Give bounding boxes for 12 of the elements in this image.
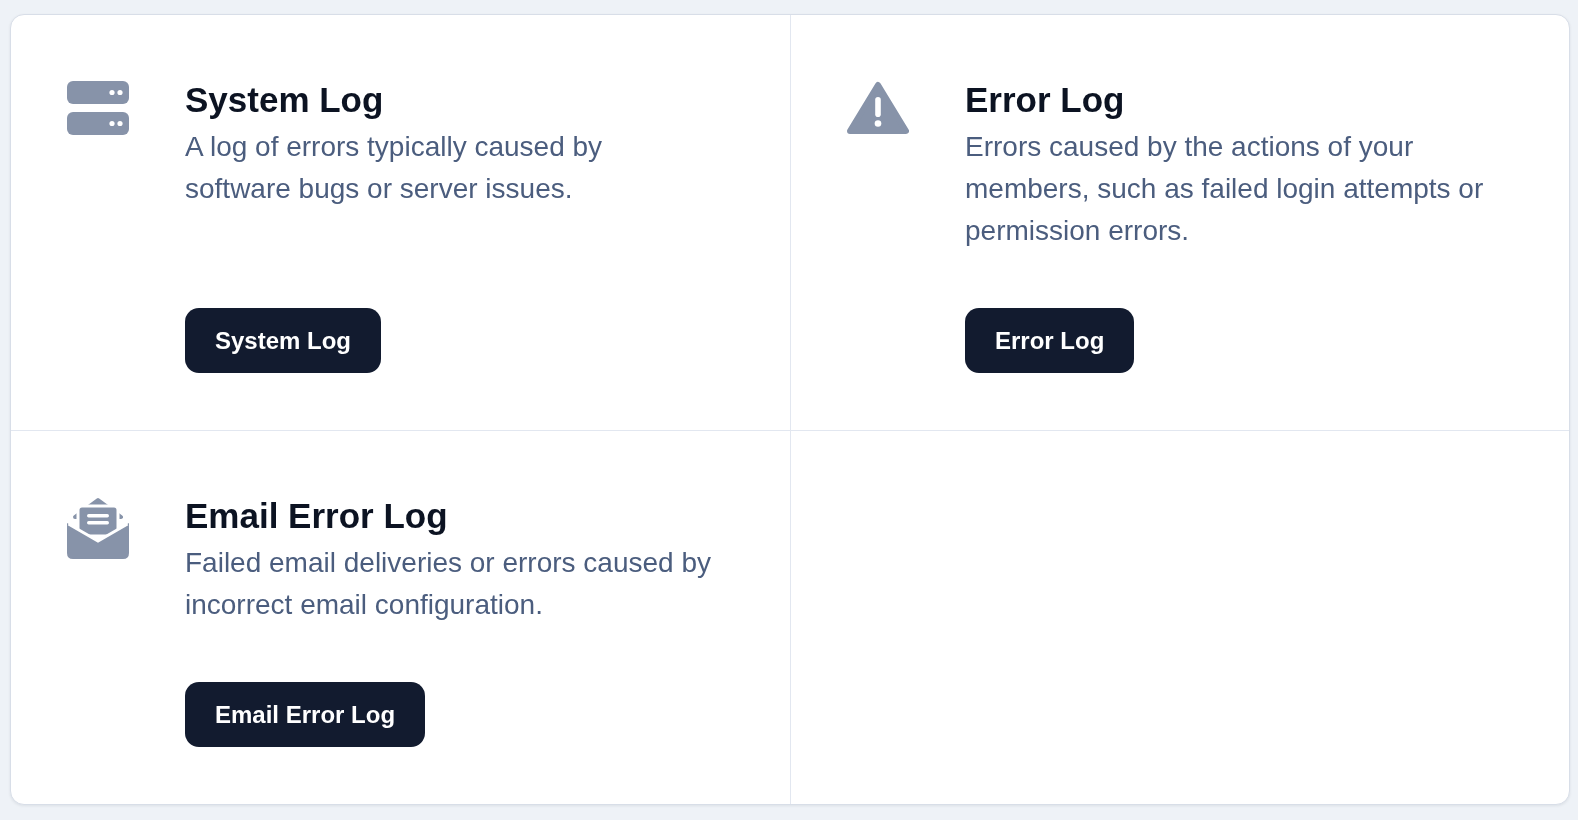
card-description: Errors caused by the actions of your members, such as failed login attempts or permission errors. [965,130,1485,248]
server-icon [67,81,129,135]
log-button[interactable]: Email Error Log [185,682,426,747]
envelope-icon [67,497,129,559]
warning-icon [847,81,909,135]
log-button[interactable]: System Log [185,308,382,373]
log-button[interactable]: Error Log [965,308,1135,373]
card-description: A log of errors typically caused by software bugs or server issues. [185,130,604,206]
card-title: Error Log [965,79,1125,121]
card-title: System Log [185,79,384,121]
card-title: Email Error Log [185,495,448,537]
card-description: Failed email deliveries or errors caused by incorrect email configuration. [185,546,712,622]
